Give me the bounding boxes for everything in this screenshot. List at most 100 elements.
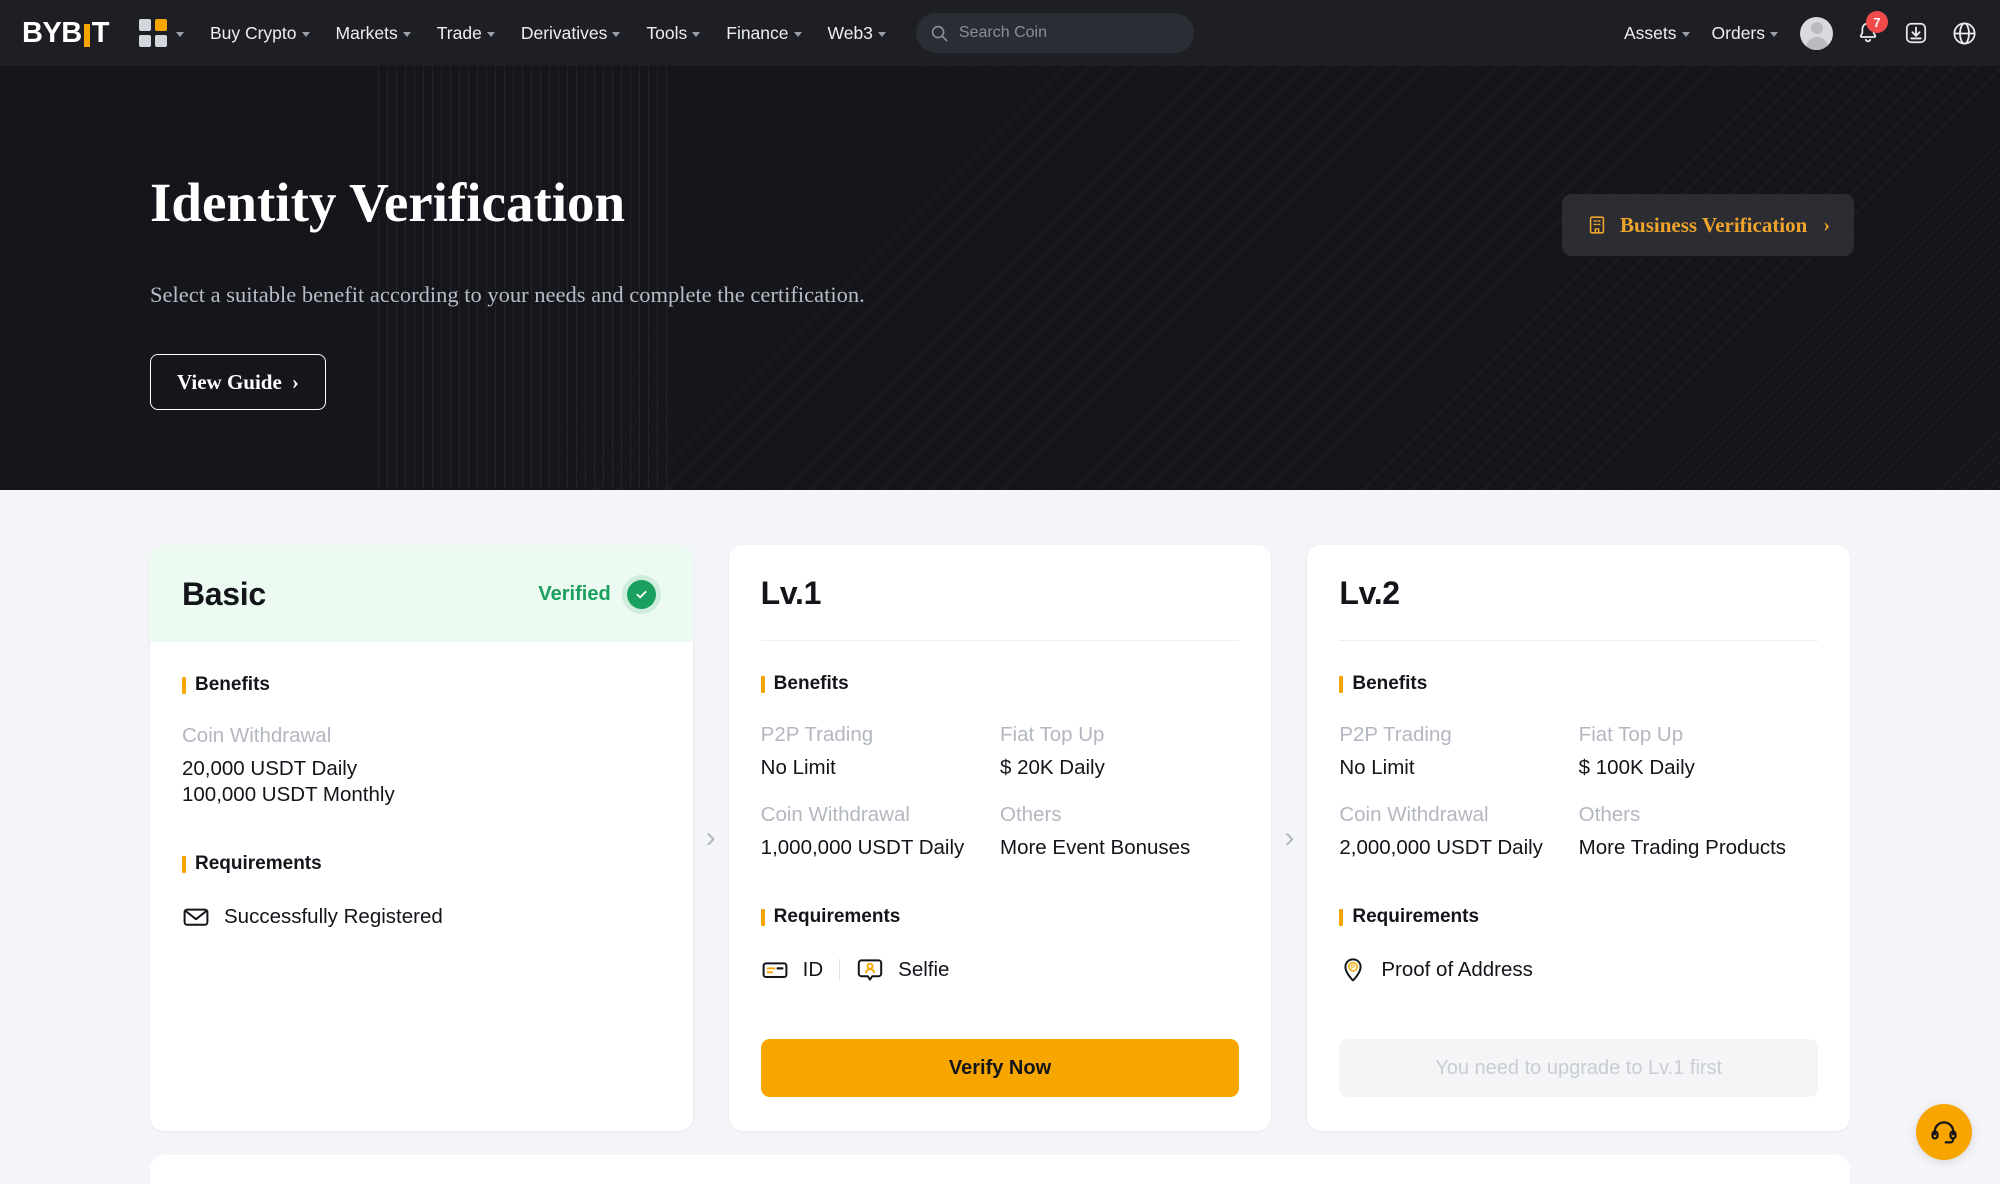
benefit-item: Others More Trading Products: [1579, 803, 1818, 861]
section-accent-bar: [760, 675, 765, 693]
section-accent-bar: [760, 908, 765, 926]
benefit-item: Fiat Top Up $ 20K Daily: [1000, 723, 1239, 781]
section-accent-bar: [182, 855, 186, 873]
requirement-text: Successfully Registered: [224, 905, 443, 929]
nav-item-trade[interactable]: Trade: [437, 23, 495, 44]
id-card-icon: [762, 962, 788, 979]
section-accent-bar: [1339, 675, 1344, 693]
nav-item-label: Derivatives: [520, 22, 608, 43]
page-subtitle: Select a suitable benefit according to y…: [150, 282, 865, 307]
chevron-down-icon: [1681, 31, 1690, 37]
card-lv1-title: Lv.1: [760, 575, 822, 611]
nav-item-label: Assets: [1623, 22, 1677, 43]
apps-menu-button[interactable]: [138, 19, 184, 47]
headset-icon: [1931, 1121, 1957, 1144]
benefits-label-text: Benefits: [773, 673, 849, 694]
requirement-text: ID: [802, 958, 824, 982]
chevron-right-icon: ›: [291, 369, 299, 394]
nav-item-tools[interactable]: Tools: [646, 23, 701, 44]
chevron-down-icon: [1770, 31, 1778, 37]
requirements-label-text: Requirements: [773, 906, 901, 928]
benefit-value: 1,000,000 USDT Daily: [760, 835, 965, 859]
nav-item-derivatives[interactable]: Derivatives: [521, 23, 621, 44]
section-accent-bar: [182, 676, 186, 694]
benefit-item: Coin Withdrawal 1,000,000 USDT Daily: [761, 803, 1000, 861]
search-coin-box[interactable]: [915, 13, 1194, 53]
view-guide-button[interactable]: View Guide ›: [150, 354, 326, 410]
card-basic-benefits: Coin Withdrawal 20,000 USDT Daily 100,00…: [182, 724, 661, 807]
requirement-text: Selfie: [898, 958, 950, 982]
nav-item-label: Trade: [436, 22, 482, 43]
requirements-section-label: Requirements: [760, 906, 1240, 928]
chevron-down-icon: [612, 31, 621, 37]
chevron-down-icon: [402, 31, 411, 37]
benefit-value: 2,000,000 USDT Daily: [1339, 835, 1543, 859]
requirements-section-label: Requirements: [182, 853, 661, 875]
notifications-button[interactable]: 7: [1855, 11, 1888, 46]
card-basic: Basic Verified Benefits Coin Withdrawal …: [150, 545, 693, 1132]
benefit-value: 20,000 USDT Daily 100,000 USDT Monthly: [182, 757, 395, 806]
card-lv2-title: Lv.2: [1339, 575, 1400, 611]
card-lv2-header: Lv.2: [1307, 545, 1850, 640]
support-chat-button[interactable]: [1916, 1104, 1972, 1160]
benefit-key: Coin Withdrawal: [760, 802, 910, 826]
verify-now-button[interactable]: Verify Now: [760, 1039, 1240, 1098]
nav-item-finance[interactable]: Finance: [726, 22, 802, 44]
chevron-down-icon: [877, 31, 886, 37]
chevron-right-icon[interactable]: ›: [706, 823, 716, 853]
requirement-separator: [839, 959, 841, 982]
card-basic-title: Basic: [182, 576, 266, 612]
svg-text:P: P: [1351, 964, 1355, 971]
requirement-item: Selfie: [856, 956, 949, 984]
benefit-value: More Event Bonuses: [1000, 835, 1191, 859]
nav-item-label: Orders: [1711, 22, 1765, 43]
chevron-down-icon: [793, 31, 802, 37]
logo-text: BYB: [22, 16, 82, 49]
requirements-label-text: Requirements: [195, 853, 322, 875]
requirement-list: ID Selfie: [761, 956, 1240, 984]
benefit-key: Coin Withdrawal: [182, 724, 332, 747]
upgrade-required-button: You need to upgrade to Lv.1 first: [1339, 1039, 1819, 1098]
search-input[interactable]: [958, 24, 1180, 42]
chevron-right-icon: ›: [1823, 213, 1830, 236]
nav-item-web3[interactable]: Web3: [828, 23, 886, 44]
card-basic-requirements: Requirements Successfully Registered: [182, 853, 661, 931]
globe-icon[interactable]: [1951, 20, 1978, 47]
nav-links: Buy Crypto Markets Trade Derivatives Too…: [210, 23, 886, 44]
card-lv1-benefits: P2P Trading No Limit Fiat Top Up $ 20K D…: [761, 723, 1240, 860]
card-basic-body: Benefits Coin Withdrawal 20,000 USDT Dai…: [150, 642, 693, 931]
benefits-label-text: Benefits: [195, 674, 270, 695]
benefit-item: Coin Withdrawal 2,000,000 USDT Daily: [1339, 803, 1578, 861]
card-nav-gap-1: ›: [693, 545, 729, 1131]
nav-item-buy-crypto[interactable]: Buy Crypto: [210, 23, 310, 44]
chevron-down-icon: [301, 31, 310, 37]
business-verification-button[interactable]: Business Verification ›: [1562, 194, 1854, 256]
card-lv2-footer: You need to upgrade to Lv.1 first: [1307, 1003, 1850, 1131]
status-badge: Verified: [538, 575, 661, 614]
requirement-text: Proof of Address: [1381, 958, 1533, 982]
hero-banner: Identity Verification Select a suitable …: [0, 66, 2000, 490]
nav-item-label: Finance: [726, 22, 789, 43]
status-badge-label: Verified: [538, 583, 611, 605]
card-lv2-body: Benefits P2P Trading No Limit Fiat Top U…: [1307, 641, 1850, 1003]
envelope-icon: [183, 908, 209, 927]
location-pin-icon: P: [1344, 958, 1362, 982]
section-accent-bar: [1339, 908, 1344, 926]
view-guide-label: View Guide: [177, 369, 282, 394]
benefits-label-text: Benefits: [1352, 673, 1428, 694]
requirements-section-label: Requirements: [1339, 906, 1818, 928]
verification-cards-row: Basic Verified Benefits Coin Withdrawal …: [150, 545, 1851, 1132]
nav-item-assets[interactable]: Assets: [1624, 23, 1690, 44]
download-icon[interactable]: [1903, 20, 1929, 46]
chevron-down-icon: [486, 31, 495, 37]
nav-item-markets[interactable]: Markets: [336, 23, 411, 44]
card-lv1-footer: Verify Now: [729, 1003, 1272, 1131]
avatar[interactable]: [1800, 16, 1833, 50]
nav-item-orders[interactable]: Orders: [1712, 23, 1778, 44]
benefits-section-label: Benefits: [182, 674, 661, 696]
top-navbar: BYB T Buy Crypto Markets Trade Derivative…: [0, 0, 2000, 66]
nav-right-group: Assets Orders 7: [1624, 11, 1978, 50]
grid-apps-icon: [138, 19, 167, 47]
chevron-right-icon[interactable]: ›: [1284, 823, 1294, 853]
bybit-logo[interactable]: BYB T: [22, 17, 109, 50]
